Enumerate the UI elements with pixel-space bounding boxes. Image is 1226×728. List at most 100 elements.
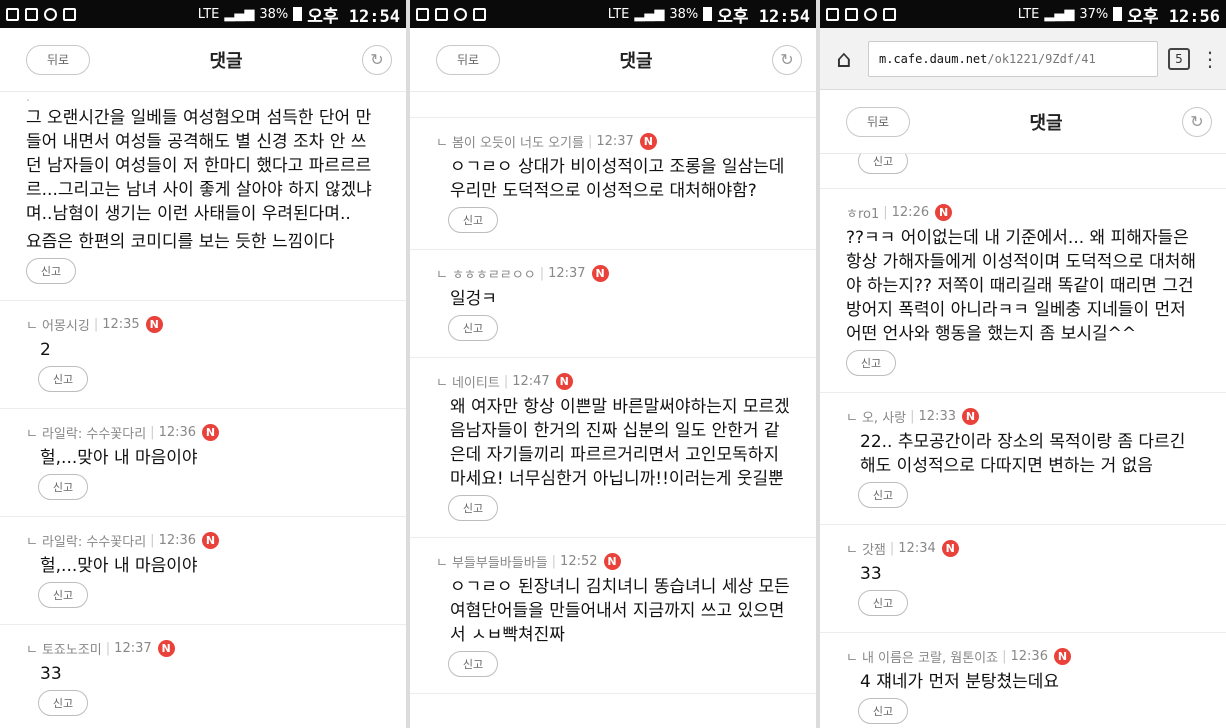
signal-icon: ▂▄▆ [634, 6, 665, 22]
comment-body: 4 쟤네가 먼저 분탕쳤는데요 [860, 672, 1060, 692]
talk-icon [454, 7, 467, 21]
report-button[interactable]: 신고 [846, 350, 896, 376]
comment-time: 12:36 [158, 425, 197, 440]
network-label: LTE [607, 6, 630, 22]
list-item: ㄴ 라일락: 수수꽃다리 | 12:36 N 헐,...맞아 내 마음이야 신고 [0, 409, 406, 517]
new-badge: N [961, 408, 979, 425]
battery-level: 38% [259, 6, 289, 22]
report-button[interactable]: 신고 [858, 482, 908, 508]
page-title: 댓글 [1029, 112, 1063, 134]
back-button[interactable]: 뒤로 [26, 44, 90, 75]
comment-author[interactable]: 토죠노조미 [42, 639, 102, 658]
home-icon[interactable]: ⌂ [830, 45, 858, 73]
comment-body: ??ㅋㅋ 어이없는데 내 기준에서... 왜 피해자들은 항상 가해자들에게 이… [846, 228, 1197, 344]
url-path: /ok1221/9Zdf/41 [987, 51, 1096, 66]
comment-time: 12:33 [918, 409, 956, 424]
comment-body: 왜 여자만 항상 이쁜말 바른말써야하는지 모르겠음남자들이 한거의 진짜 십분… [450, 397, 790, 489]
battery-level: 38% [669, 6, 699, 22]
back-button[interactable]: 뒤로 [846, 106, 910, 137]
comment-author[interactable]: 부들부들바들바들 [452, 552, 548, 571]
page-title: 댓글 [209, 50, 243, 72]
reply-icon: ㄴ [26, 535, 38, 550]
reply-icon: ㄴ [846, 543, 858, 558]
list-item: ㄴ 라일락: 수수꽃다리 | 12:36 N 헐,...맞아 내 마음이야 신고 [0, 517, 406, 625]
battery-icon [293, 7, 303, 21]
reply-icon: ㄴ [846, 651, 858, 666]
status-bar: LTE ▂▄▆ 38% 오후 12:54 [0, 0, 406, 28]
comment-author[interactable]: ㅎro1 [846, 203, 879, 222]
app-icon [416, 7, 429, 21]
comment-body: 헐,...맞아 내 마음이야 [40, 556, 198, 576]
comment-author[interactable]: 라일락: 수수꽃다리 [42, 531, 146, 550]
report-button[interactable]: 신고 [26, 258, 76, 284]
report-button[interactable]: 신고 [38, 474, 88, 500]
comment-body: 22.. 추모공간이라 장소의 목적이랑 좀 다르긴 해도 이성적으로 다따지면… [860, 432, 1186, 476]
comment-body-continued: 요즘은 한편의 코미디를 보는 듯한 느낌이다 [26, 232, 335, 252]
list-item: ㄴ 어몽시깅 | 12:35 N 2 신고 [0, 301, 406, 409]
network-label: LTE [197, 6, 220, 22]
report-button[interactable]: 신고 [858, 154, 908, 174]
reply-icon: ㄴ [846, 411, 858, 426]
list-item: 신고 [820, 154, 1226, 189]
refresh-button[interactable]: ↻ [1182, 106, 1212, 137]
gallery-icon [845, 7, 858, 21]
talk-icon [864, 7, 877, 21]
back-button[interactable]: 뒤로 [436, 44, 500, 75]
report-button[interactable]: 신고 [858, 590, 908, 616]
comment-author[interactable]: 내 이름은 코랄, 웜톤이죠 [862, 647, 998, 666]
comment-author[interactable]: 어몽시깅 [42, 315, 90, 334]
list-item-clipped [410, 92, 816, 118]
notification-icon [473, 7, 486, 21]
refresh-icon: ↻ [780, 50, 794, 69]
clock: 오후 12:54 [717, 6, 810, 27]
list-item: ㄴ 오, 사랑 | 12:33 N 22.. 추모공간이라 장소의 목적이랑 좀 다르긴… [820, 393, 1226, 525]
comment-author[interactable]: 오, 사랑 [862, 407, 906, 426]
list-item: ㄴㅎㅎㅎㄹㄹㅇㅇ | 12:37 N 일겅ㅋ 신고 [410, 250, 816, 358]
comment-time: 12:36 [1010, 649, 1048, 664]
comment-body: 33 [860, 564, 882, 584]
notification-icon [63, 7, 76, 21]
new-badge: N [603, 553, 621, 570]
comment-body: 2 [40, 340, 51, 360]
report-button[interactable]: 신고 [448, 651, 498, 677]
talk-icon [44, 7, 57, 21]
list-item: ㅎro1 | 12:26 N ??ㅋㅋ 어이없는데 내 기준에서... 왜 피해자들은… [820, 189, 1226, 393]
comment-time: 12:37 [596, 134, 634, 149]
browser-toolbar: ⌂ m.cafe.daum.net/ok1221/9Zdf/41 5 ⋮ [820, 28, 1226, 90]
refresh-button[interactable]: ↻ [362, 44, 392, 75]
comment-author[interactable]: 라일락: 수수꽃다리 [42, 423, 146, 442]
comment-author[interactable]: ㅎㅎㅎㄹㄹㅇㅇ [452, 264, 536, 283]
comment-author[interactable]: 갓잼 [862, 539, 886, 558]
comment-body: ㅇㄱㄹㅇ 된장녀니 김치녀니 똥습녀니 세상 모든 여혐단어들을 만들어내서 지… [450, 577, 790, 645]
report-button[interactable]: 신고 [858, 698, 908, 724]
battery-icon [703, 7, 713, 21]
report-button[interactable]: 신고 [38, 366, 88, 392]
url-field[interactable]: m.cafe.daum.net/ok1221/9Zdf/41 [868, 40, 1158, 77]
comment-body: 일겅ㅋ [450, 289, 497, 309]
clock: 오후 12:56 [1127, 6, 1220, 27]
refresh-button[interactable]: ↻ [772, 44, 802, 75]
comment-time: 12:47 [512, 374, 550, 389]
reply-icon: ㄴ [436, 136, 448, 151]
comments-header: 뒤로 댓글 ↻ [410, 28, 816, 92]
report-button[interactable]: 신고 [448, 315, 498, 341]
new-badge: N [1053, 648, 1071, 665]
new-badge: N [639, 133, 657, 150]
report-button[interactable]: 신고 [448, 207, 498, 233]
new-badge: N [941, 540, 959, 557]
tabs-button[interactable]: 5 [1168, 47, 1190, 70]
report-button[interactable]: 신고 [448, 495, 498, 521]
more-menu-icon[interactable]: ⋮ [1200, 47, 1220, 71]
report-button[interactable]: 신고 [38, 690, 88, 716]
report-button[interactable]: 신고 [38, 582, 88, 608]
comment-body: 33 [40, 664, 62, 684]
signal-icon: ▂▄▆ [1044, 6, 1075, 22]
phone-screen-3: LTE ▂▄▆ 37% 오후 12:56 ⌂ m.cafe.daum.net/o… [820, 0, 1226, 728]
list-item: ㄴ 부들부들바들바들 | 12:52 N ㅇㄱㄹㅇ 된장녀니 김치녀니 똥습녀니 세상 … [410, 538, 816, 694]
new-badge: N [145, 316, 163, 333]
comment-body: ㅇㄱㄹㅇ 상대가 비이성적이고 조롱을 일삼는데 우리만 도덕적으로 이성적으로… [450, 157, 785, 201]
comment-author[interactable]: 네이티트 [452, 372, 500, 391]
comment-time: 12:34 [898, 541, 936, 556]
comment-author[interactable]: 봄이 오듯이 너도 오기를 [452, 132, 584, 151]
battery-icon [1113, 7, 1123, 21]
